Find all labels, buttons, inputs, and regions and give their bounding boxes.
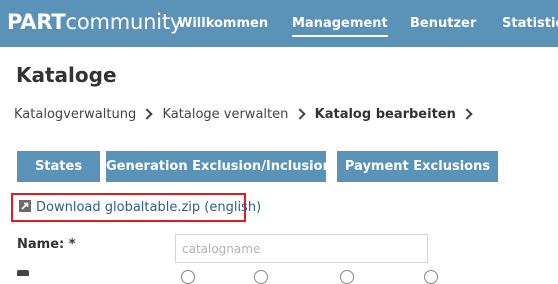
breadcrumb-kataloge-verwalten[interactable]: Kataloge verwalten (163, 107, 289, 122)
radio-option-1[interactable] (181, 270, 195, 284)
nav-statistic[interactable]: Statistic (502, 15, 558, 33)
nav-willkommen[interactable]: Willkommen (178, 15, 268, 33)
breadcrumb-katalog-bearbeiten: Katalog bearbeiten (314, 107, 456, 122)
top-navigation-bar: PARTcommunity Willkommen Management Benu… (0, 0, 558, 47)
breadcrumb: Katalogverwaltung Kataloge verwalten Kat… (14, 106, 478, 124)
payment-exclusions-button[interactable]: Payment Exclusions (337, 151, 498, 182)
name-field-label: Name: * (17, 237, 76, 252)
chevron-right-icon (293, 108, 306, 120)
external-link-icon (19, 200, 31, 212)
download-globaltable-link[interactable]: Download globaltable.zip (english) (19, 199, 261, 217)
states-button[interactable]: States (17, 151, 100, 182)
page-title: Kataloge (16, 63, 117, 87)
radio-option-2[interactable] (254, 270, 268, 284)
download-link-label: Download globaltable.zip (english) (36, 200, 262, 215)
breadcrumb-katalogverwaltung[interactable]: Katalogverwaltung (14, 107, 136, 122)
radio-option-3[interactable] (340, 270, 354, 284)
brand-part: PART (7, 10, 66, 34)
chevron-right-icon (461, 108, 473, 120)
chevron-right-icon (141, 108, 154, 120)
catalogname-input[interactable] (175, 234, 428, 263)
nav-benutzer[interactable]: Benutzer (410, 15, 476, 33)
nav-management[interactable]: Management (292, 15, 388, 37)
radio-option-4[interactable] (424, 270, 438, 284)
brand-logo[interactable]: PARTcommunity (7, 9, 182, 35)
generation-exclusion-inclusion-button[interactable]: Generation Exclusion/Inclusion (106, 151, 332, 182)
brand-community: community (65, 10, 183, 34)
next-field-label-partial (17, 270, 29, 276)
